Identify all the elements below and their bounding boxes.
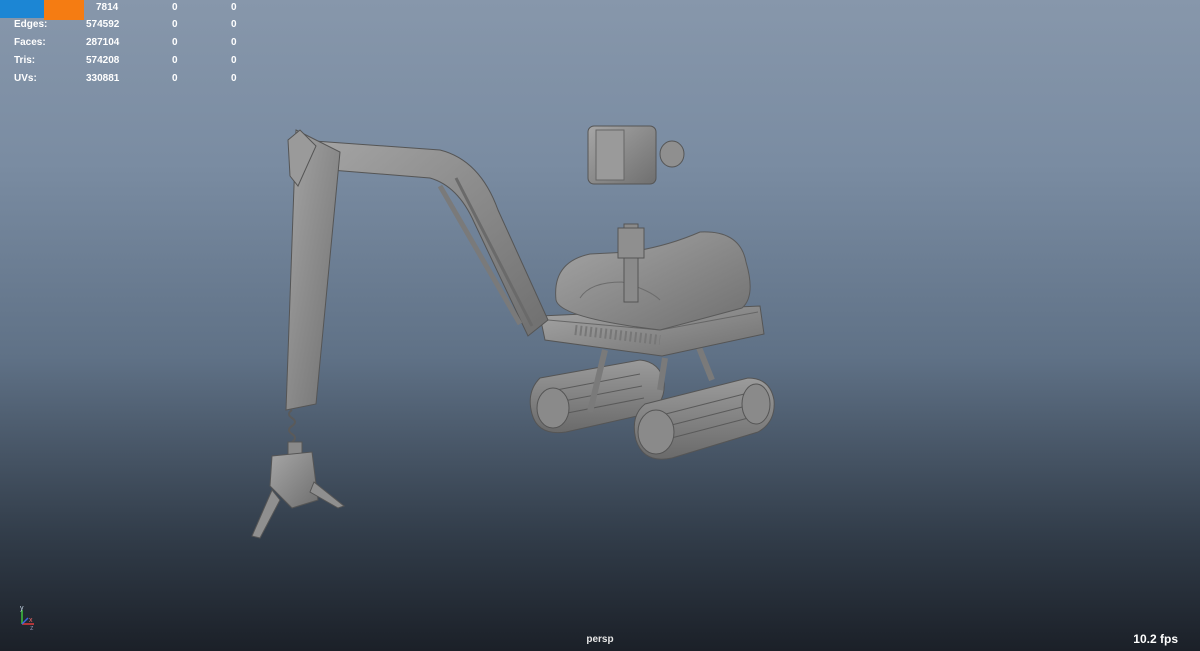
stat-component: 0	[231, 55, 237, 66]
dipper-arm	[285, 129, 341, 411]
poly-count-hud: 7814 0 0 Edges: 574592 0 0 Faces: 287104…	[0, 0, 260, 95]
stats-row-faces: Faces: 287104 0 0	[0, 35, 260, 51]
stat-count: 330881	[86, 73, 120, 84]
stats-row-verts: 7814 0 0	[0, 0, 260, 16]
stat-selected: 0	[172, 55, 178, 66]
axis-z-label: z	[30, 625, 34, 632]
stat-count: 574208	[86, 55, 120, 66]
stat-selected: 0	[172, 37, 178, 48]
axis-x-label: x	[29, 617, 33, 624]
stats-row-edges: Edges: 574592 0 0	[0, 17, 260, 33]
view-axis-icon: y x z	[14, 604, 44, 634]
stat-selected: 0	[172, 73, 178, 84]
stat-label: UVs:	[14, 73, 37, 84]
stat-component: 0	[231, 37, 237, 48]
stat-component: 0	[231, 2, 237, 13]
stats-row-uvs: UVs: 330881 0 0	[0, 71, 260, 87]
axis-y-label: y	[20, 605, 24, 612]
stat-count: 7814	[96, 2, 119, 13]
stat-selected: 0	[172, 19, 178, 30]
stat-count: 287104	[86, 37, 120, 48]
stats-row-tris: Tris: 574208 0 0	[0, 53, 260, 69]
stat-count: 574592	[86, 19, 120, 30]
stat-label: Edges:	[14, 19, 48, 30]
excavator-model[interactable]	[0, 0, 1200, 651]
stat-label: Faces:	[14, 37, 46, 48]
viewport-3d[interactable]	[0, 0, 1200, 651]
stat-component: 0	[231, 19, 237, 30]
stat-selected: 0	[172, 2, 178, 13]
camera-name-label: persp	[586, 634, 614, 645]
fps-counter: 10.2 fps	[1133, 632, 1178, 646]
stat-component: 0	[231, 73, 237, 84]
grabber	[251, 409, 346, 539]
stat-label: Tris:	[14, 55, 36, 66]
